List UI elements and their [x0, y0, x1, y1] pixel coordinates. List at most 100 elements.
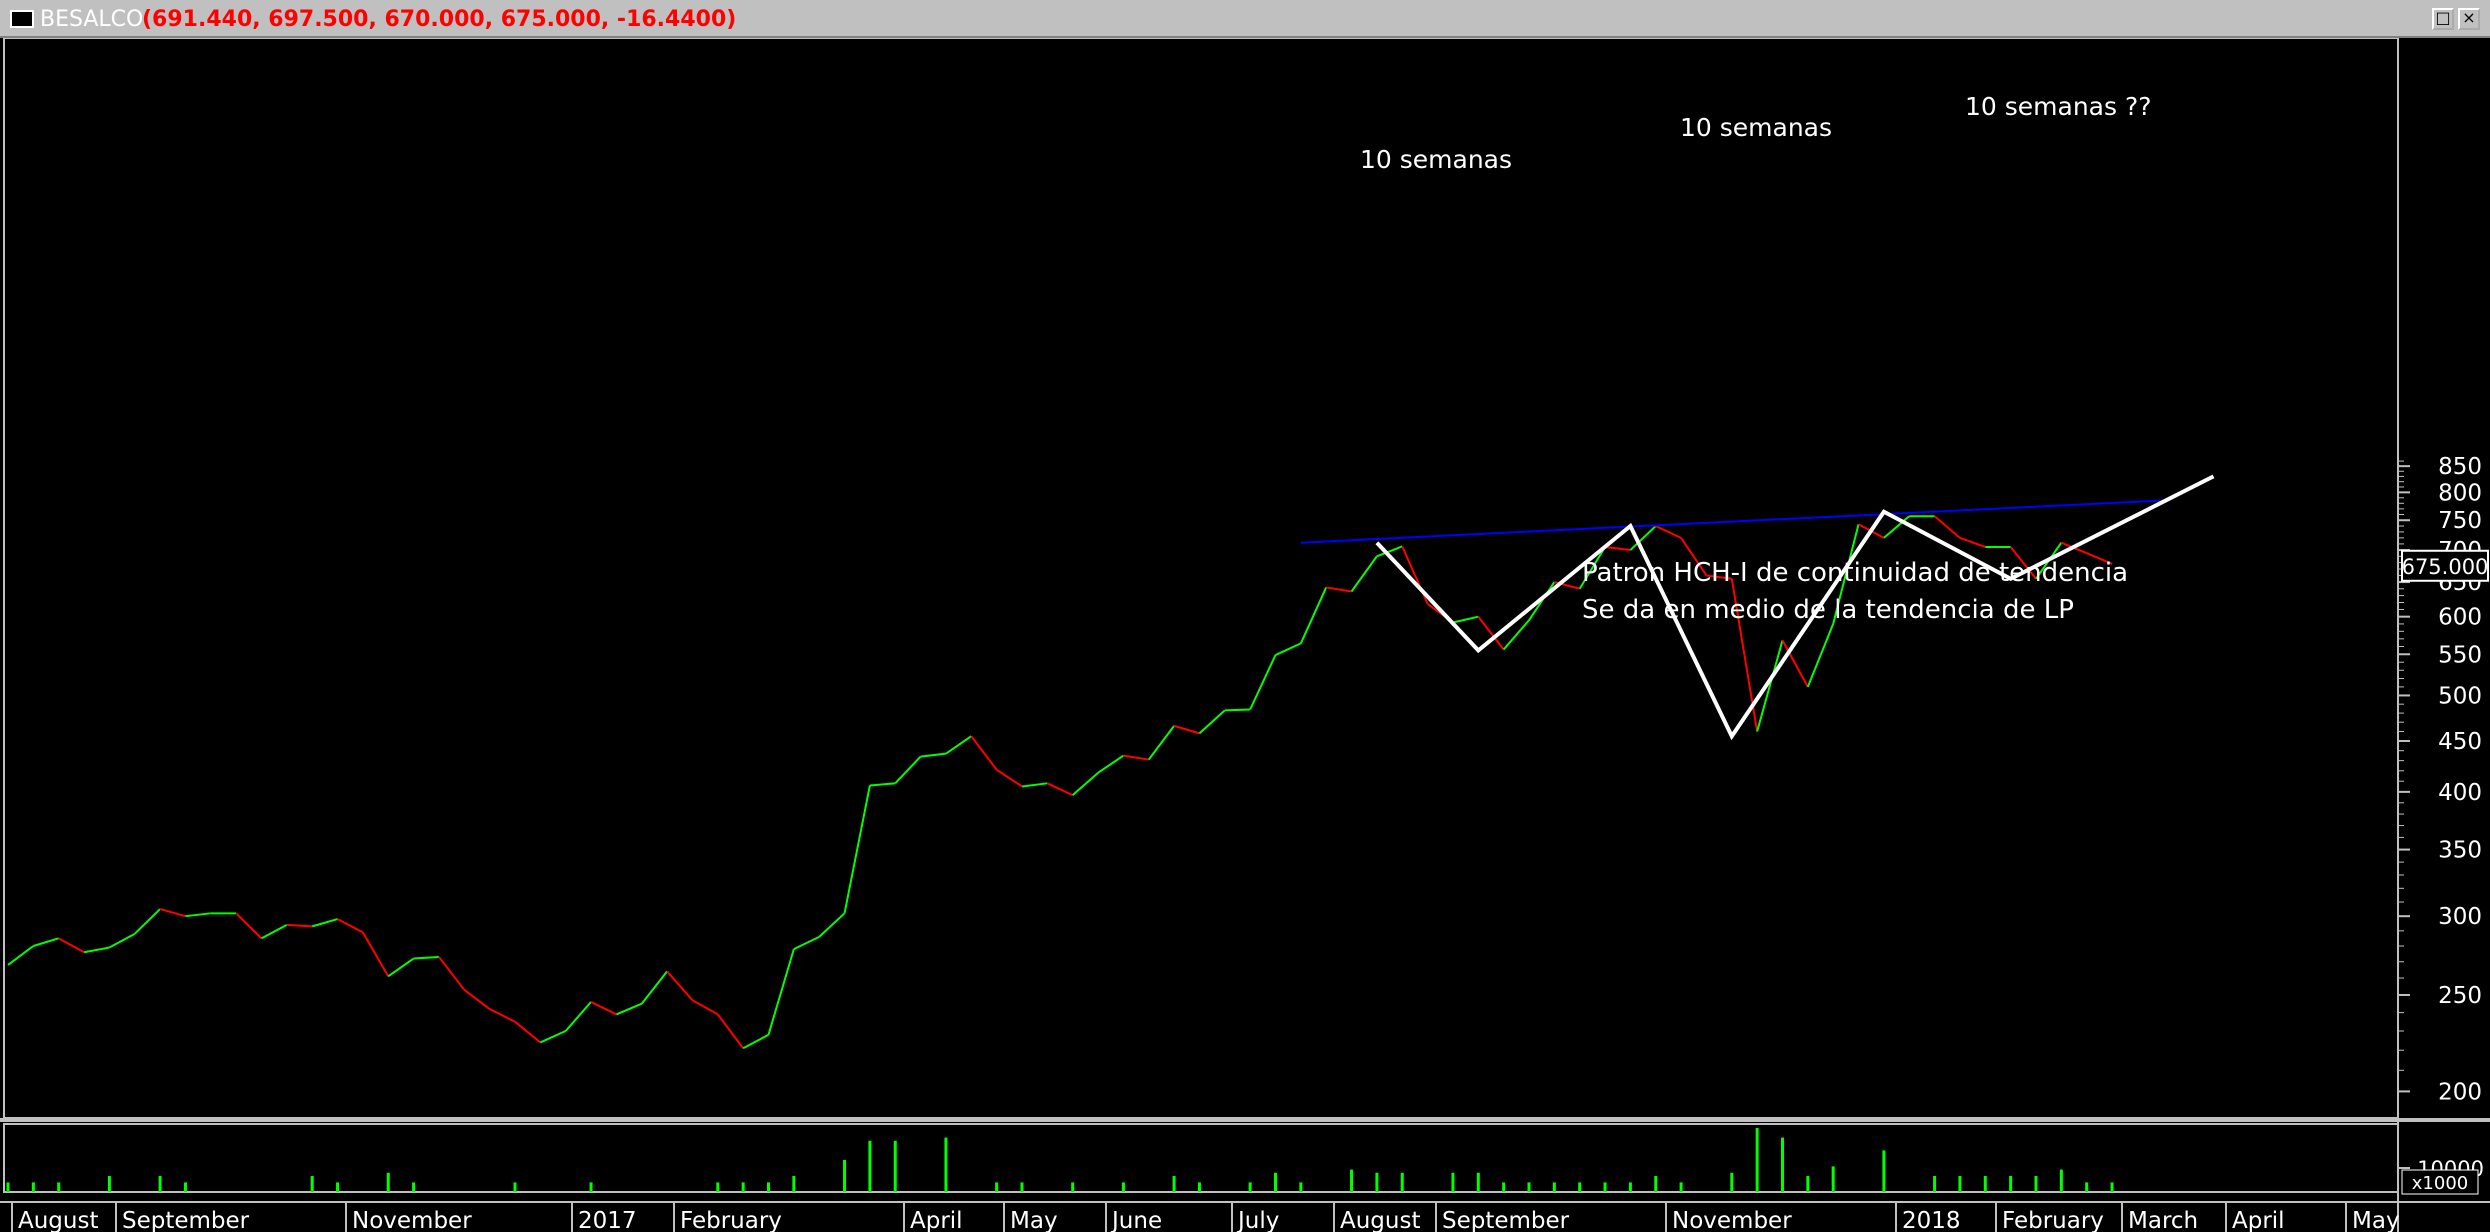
price-segment — [666, 970, 694, 1001]
date-label: April — [910, 1208, 963, 1232]
price-tick-label: 500 — [2438, 683, 2482, 709]
date-label: July — [1236, 1208, 1279, 1232]
date-label: April — [2232, 1208, 2285, 1232]
price-tick-label: 550 — [2438, 642, 2482, 668]
ticker-name: BESALCO — [40, 7, 144, 32]
price-segment — [996, 768, 1023, 788]
price-segment — [33, 937, 59, 947]
price-segment — [514, 1020, 541, 1044]
date-label: 2017 — [578, 1208, 637, 1232]
date-label: March — [2128, 1208, 2198, 1232]
price-segment — [1147, 725, 1175, 761]
price-segment — [1350, 555, 1378, 593]
price-tick-label: 800 — [2438, 480, 2482, 506]
price-segment — [1123, 754, 1149, 761]
date-label: September — [1442, 1208, 1570, 1232]
price-segment — [970, 735, 998, 771]
date-label: June — [1110, 1208, 1162, 1232]
price-segment — [945, 735, 972, 755]
price-segment — [159, 908, 186, 918]
date-label: November — [352, 1208, 472, 1232]
price-segment — [843, 785, 871, 914]
price-segment — [438, 956, 466, 991]
price-segment — [7, 945, 34, 966]
date-label: February — [680, 1208, 782, 1232]
date-label: August — [18, 1208, 99, 1232]
price-segment — [742, 1033, 769, 1050]
ticker-quote: (691.440, 697.500, 670.000, 675.000, -16… — [142, 7, 737, 32]
price-segment — [1528, 581, 1556, 621]
price-segment — [185, 912, 211, 918]
date-label: August — [1340, 1208, 1421, 1232]
date-label: November — [1672, 1208, 1792, 1232]
price-segment — [1655, 525, 1682, 539]
price-segment — [716, 1013, 744, 1049]
price-segment — [1604, 545, 1631, 552]
price-segment — [1806, 623, 1835, 688]
date-label: May — [1010, 1208, 1058, 1232]
price-segment — [869, 782, 896, 787]
annotation-10-semanas-3: 10 semanas ?? — [1965, 92, 2152, 121]
price-segment — [1198, 709, 1226, 735]
neckline-trendline[interactable] — [1300, 499, 2163, 544]
price-segment — [362, 931, 390, 977]
price-segment — [413, 955, 440, 960]
restore-button[interactable]: □ — [2432, 8, 2454, 30]
annotation-pattern-title: Patron HCH-I de continuidad de tendencia — [1582, 558, 2128, 588]
price-segment — [337, 918, 364, 934]
price-segment — [1224, 708, 1251, 712]
close-icon: × — [2462, 8, 2476, 27]
price-segment — [590, 1001, 617, 1016]
price-segment — [134, 908, 161, 935]
price-tick-label: 750 — [2438, 508, 2482, 534]
price-tick-label: 600 — [2438, 605, 2482, 631]
price-segment — [1021, 782, 1048, 788]
price-segment — [640, 970, 668, 1005]
price-tick-label: 300 — [2438, 904, 2482, 930]
price-tick-label: 850 — [2438, 454, 2482, 480]
price-segment — [1959, 536, 1986, 548]
price-segment — [1933, 515, 1961, 539]
annotation-10-semanas-2: 10 semanas — [1680, 113, 1832, 142]
price-segment — [793, 935, 820, 951]
volume-multiplier-label: x1000 — [2412, 1173, 2468, 1194]
price-segment — [235, 912, 263, 940]
price-segment — [83, 946, 110, 954]
price-tick-label: 350 — [2438, 838, 2482, 864]
price-segment — [1326, 586, 1352, 593]
price-segment — [616, 1002, 643, 1016]
price-segment — [564, 1001, 592, 1032]
price-segment — [387, 957, 415, 978]
price-segment — [1299, 587, 1328, 644]
volume-panel-frame — [3, 1123, 2399, 1193]
price-segment — [261, 924, 288, 940]
price-segment — [818, 912, 846, 938]
date-label: September — [122, 1208, 250, 1232]
close-button[interactable]: × — [2458, 8, 2480, 30]
last-value-label: 675.000 — [2402, 555, 2489, 579]
window-icon[interactable] — [10, 10, 34, 28]
price-segment — [58, 937, 85, 954]
price-segment — [108, 932, 136, 949]
price-tick-label: 250 — [2438, 983, 2482, 1009]
price-chart[interactable]: 2002503003504004505005506006507007508008… — [0, 38, 2490, 1232]
annotation-pattern-note: Se da en medio de la tendencia de LP — [1582, 595, 2074, 625]
price-segment — [311, 918, 338, 928]
price-segment — [1781, 639, 1809, 688]
price-segment — [894, 755, 922, 785]
price-tick-label: 400 — [2438, 780, 2482, 806]
price-segment — [1072, 772, 1099, 796]
price-segment — [463, 989, 491, 1010]
price-segment — [1046, 782, 1074, 797]
restore-icon: □ — [2435, 8, 2451, 27]
price-segment — [489, 1008, 516, 1023]
price-segment — [539, 1030, 567, 1044]
window-title-bar: BESALCO (691.440, 697.500, 670.000, 675.… — [0, 0, 2490, 38]
date-label: May — [2352, 1208, 2400, 1232]
date-label: 2018 — [1902, 1208, 1961, 1232]
price-tick-label: 450 — [2438, 729, 2482, 755]
price-segment — [1452, 615, 1479, 624]
price-segment — [1249, 654, 1277, 710]
annotation-10-semanas-1: 10 semanas — [1360, 145, 1512, 174]
price-segment — [767, 948, 795, 1036]
